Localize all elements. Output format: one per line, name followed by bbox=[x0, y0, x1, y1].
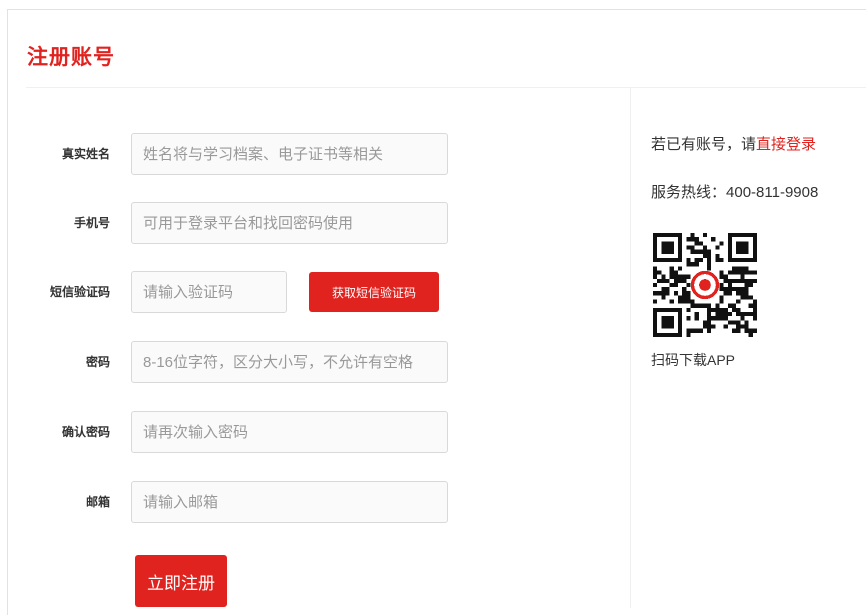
qr-code-icon bbox=[653, 233, 757, 337]
password-row: 密码 bbox=[0, 341, 630, 383]
password-input[interactable] bbox=[131, 341, 448, 383]
login-prompt-text: 若已有账号，请 bbox=[651, 136, 757, 153]
column-divider bbox=[630, 88, 631, 608]
sms-code-row: 短信验证码 获取短信验证码 bbox=[0, 271, 630, 313]
phone-label: 手机号 bbox=[73, 216, 110, 230]
name-row: 真实姓名 bbox=[0, 133, 630, 175]
confirm-password-row: 确认密码 bbox=[0, 411, 630, 453]
get-sms-code-button[interactable]: 获取短信验证码 bbox=[309, 272, 439, 312]
email-row: 邮箱 bbox=[0, 481, 630, 523]
real-name-input[interactable] bbox=[131, 133, 448, 175]
phone-input[interactable] bbox=[131, 202, 448, 244]
hotline-number: 400-811-9908 bbox=[726, 184, 819, 201]
phone-row: 手机号 bbox=[0, 202, 630, 244]
qr-caption: 扫码下载APP bbox=[651, 352, 736, 368]
sms-code-input[interactable] bbox=[131, 271, 287, 313]
email-input[interactable] bbox=[131, 481, 448, 523]
hotline-label: 服务热线： bbox=[651, 184, 727, 201]
email-label: 邮箱 bbox=[85, 495, 110, 509]
password-label: 密码 bbox=[85, 355, 110, 369]
name-label: 真实姓名 bbox=[61, 147, 110, 161]
confirm-password-label: 确认密码 bbox=[61, 425, 110, 439]
direct-login-link[interactable]: 直接登录 bbox=[756, 136, 816, 153]
page-title: 注册账号 bbox=[27, 46, 115, 69]
register-submit-button[interactable]: 立即注册 bbox=[135, 555, 227, 607]
login-prompt: 若已有账号，请直接登录 bbox=[651, 133, 816, 154]
sms-code-label: 短信验证码 bbox=[49, 285, 110, 299]
service-hotline: 服务热线：400-811-9908 bbox=[651, 181, 818, 202]
title-divider bbox=[26, 87, 866, 88]
confirm-password-input[interactable] bbox=[131, 411, 448, 453]
